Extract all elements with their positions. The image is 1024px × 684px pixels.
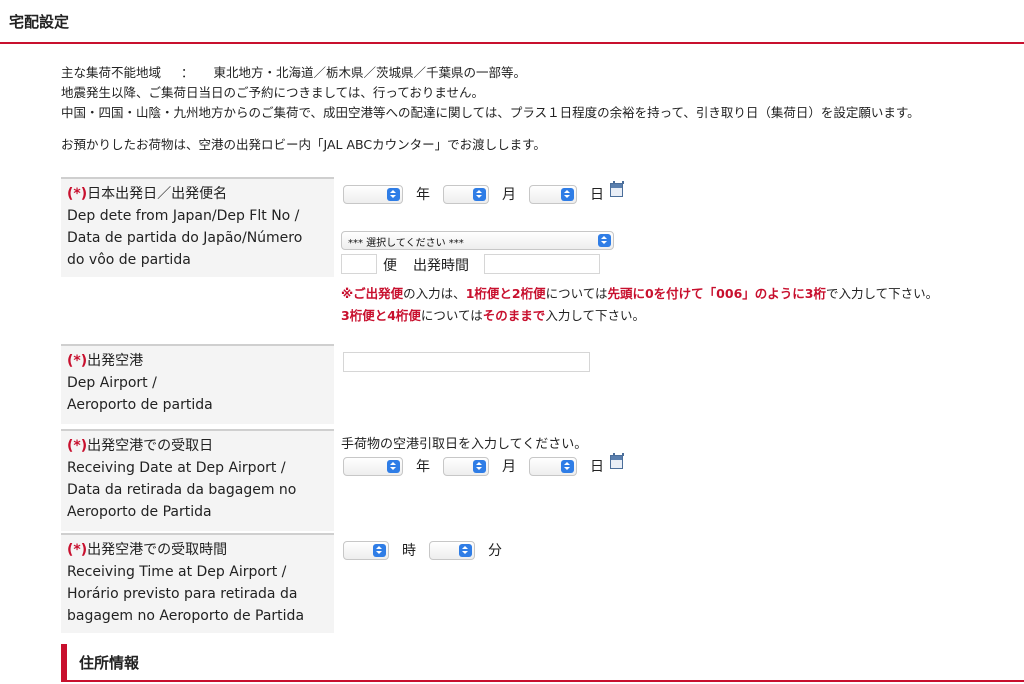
warning-em-1: ご出発便 xyxy=(353,286,404,301)
receiving-date-label-pt-1: Data da retirada da bagagem no xyxy=(67,482,297,498)
notice-line-3: 中国・四国・山陰・九州地方からのご集荷で、成田空港等への配達に関しては、プラス１… xyxy=(61,105,920,120)
flight-number-warning: ※ご出発便の入力は、1桁便と2桁便については先頭に0を付けて「006」のように3… xyxy=(341,283,938,327)
receiving-time-label-pt-1: Horário previsto para retirada da xyxy=(67,586,298,602)
receiving-time-label-en: Receiving Time at Dep Airport / xyxy=(67,564,287,580)
select-arrow-icon xyxy=(459,544,472,557)
receiving-minute-select[interactable] xyxy=(429,541,475,560)
select-arrow-icon xyxy=(561,460,574,473)
warning-em-3: 先頭に0を付けて「006」のように3桁 xyxy=(607,286,826,301)
notice-value: 東北地方・北海道／栃木県／茨城県／千葉県の一部等。 xyxy=(213,65,526,80)
notice-label: 主な集荷不能地域 xyxy=(61,65,162,80)
flight-number-input[interactable] xyxy=(341,254,377,274)
dep-airport-label-ja: 出発空港 xyxy=(87,353,144,369)
dep-airport-input[interactable] xyxy=(343,352,590,372)
warning-em-4: 3桁便と4桁便 xyxy=(341,308,421,323)
notice-line-2: 地震発生以降、ご集荷日当日のご予約につきましては、行っておりません。 xyxy=(61,85,485,100)
dep-date-label-cell: (*)日本出発日／出発便名 Dep dete from Japan/Dep Fl… xyxy=(61,177,334,277)
receiving-date-label-cell: (*)出発空港での受取日 Receiving Date at Dep Airpo… xyxy=(61,429,334,531)
warning-text-5: 入力して下さい。 xyxy=(545,308,645,323)
receiving-month-select[interactable] xyxy=(443,457,489,476)
warning-text-1: の入力は、 xyxy=(403,286,466,301)
address-section-header: 住所情報 xyxy=(61,644,1024,682)
flight-unit: 便 xyxy=(383,258,397,274)
section-accent-bar xyxy=(61,644,67,680)
select-arrow-icon xyxy=(561,188,574,201)
receiving-day-unit: 日 xyxy=(590,459,604,475)
warning-text-4: については xyxy=(420,308,483,323)
required-mark: (*) xyxy=(67,438,88,454)
receiving-year-unit: 年 xyxy=(416,459,430,475)
notice-separator: ： xyxy=(180,65,194,80)
receiving-date-label-pt-2: Aeroporto de Partida xyxy=(67,504,212,520)
select-arrow-icon xyxy=(387,460,400,473)
notice-block: 主な集荷不能地域 ： 東北地方・北海道／栃木県／茨城県／千葉県の一部等。 地震発… xyxy=(61,63,1011,155)
section-title: 宅配設定 xyxy=(9,13,70,31)
dep-month-unit: 月 xyxy=(502,187,516,203)
receiving-day-select[interactable] xyxy=(529,457,577,476)
receiving-date-label-en: Receiving Date at Dep Airport / xyxy=(67,460,286,476)
warning-em-2: 1桁便と2桁便 xyxy=(465,286,546,301)
receiving-month-unit: 月 xyxy=(502,459,516,475)
dep-time-label: 出発時間 xyxy=(413,258,469,274)
calendar-icon[interactable] xyxy=(610,181,624,197)
receiving-minute-unit: 分 xyxy=(488,543,502,559)
select-arrow-icon xyxy=(598,234,611,247)
dep-date-label-pt-1: Data de partida do Japão/Número xyxy=(67,230,303,246)
select-arrow-icon xyxy=(473,188,486,201)
warning-em-5: そのままで xyxy=(482,308,546,323)
dep-airport-label-en: Dep Airport / xyxy=(67,375,157,391)
select-arrow-icon xyxy=(473,460,486,473)
dep-year-unit: 年 xyxy=(416,187,430,203)
receiving-hour-select[interactable] xyxy=(343,541,389,560)
dep-month-select[interactable] xyxy=(443,185,489,204)
receiving-hour-unit: 時 xyxy=(402,543,416,559)
required-mark: (*) xyxy=(67,186,88,202)
receiving-time-label-ja: 出発空港での受取時間 xyxy=(87,542,228,558)
select-arrow-icon xyxy=(387,188,400,201)
airline-select-value: *** 選択してください *** xyxy=(348,238,464,249)
dep-date-label-pt-2: do vôo de partida xyxy=(67,252,191,268)
dep-airport-label-pt: Aeroporto de partida xyxy=(67,397,213,413)
receiving-date-label-ja: 出発空港での受取日 xyxy=(87,438,214,454)
calendar-icon[interactable] xyxy=(610,453,624,469)
section-header: 宅配設定 xyxy=(0,0,1024,44)
required-mark: (*) xyxy=(67,353,88,369)
warning-text-2: については xyxy=(545,286,608,301)
dep-year-select[interactable] xyxy=(343,185,403,204)
required-mark: (*) xyxy=(67,542,88,558)
dep-day-unit: 日 xyxy=(590,187,604,203)
dep-airport-label-cell: (*)出発空港 Dep Airport / Aeroporto de parti… xyxy=(61,344,334,424)
warning-mark: ※ xyxy=(341,286,354,301)
receiving-year-select[interactable] xyxy=(343,457,403,476)
receiving-time-label-pt-2: bagagem no Aeroporto de Partida xyxy=(67,608,305,624)
receiving-time-label-cell: (*)出発空港での受取時間 Receiving Time at Dep Airp… xyxy=(61,533,334,633)
dep-day-select[interactable] xyxy=(529,185,577,204)
airline-select[interactable]: *** 選択してください *** xyxy=(341,231,614,250)
dep-time-input[interactable] xyxy=(484,254,600,274)
notice-line-1: 主な集荷不能地域 ： 東北地方・北海道／栃木県／茨城県／千葉県の一部等。 xyxy=(61,63,1011,83)
dep-date-label-en: Dep dete from Japan/Dep Flt No / xyxy=(67,208,300,224)
notice-line-4: お預かりしたお荷物は、空港の出発ロビー内「JAL ABCカウンター」でお渡ししま… xyxy=(61,137,546,152)
warning-text-3: で入力して下さい。 xyxy=(825,286,939,301)
receiving-date-helper: 手荷物の空港引取日を入力してください。 xyxy=(341,437,588,452)
select-arrow-icon xyxy=(373,544,386,557)
dep-date-label-ja: 日本出発日／出発便名 xyxy=(87,186,228,202)
address-section-title: 住所情報 xyxy=(79,654,140,672)
